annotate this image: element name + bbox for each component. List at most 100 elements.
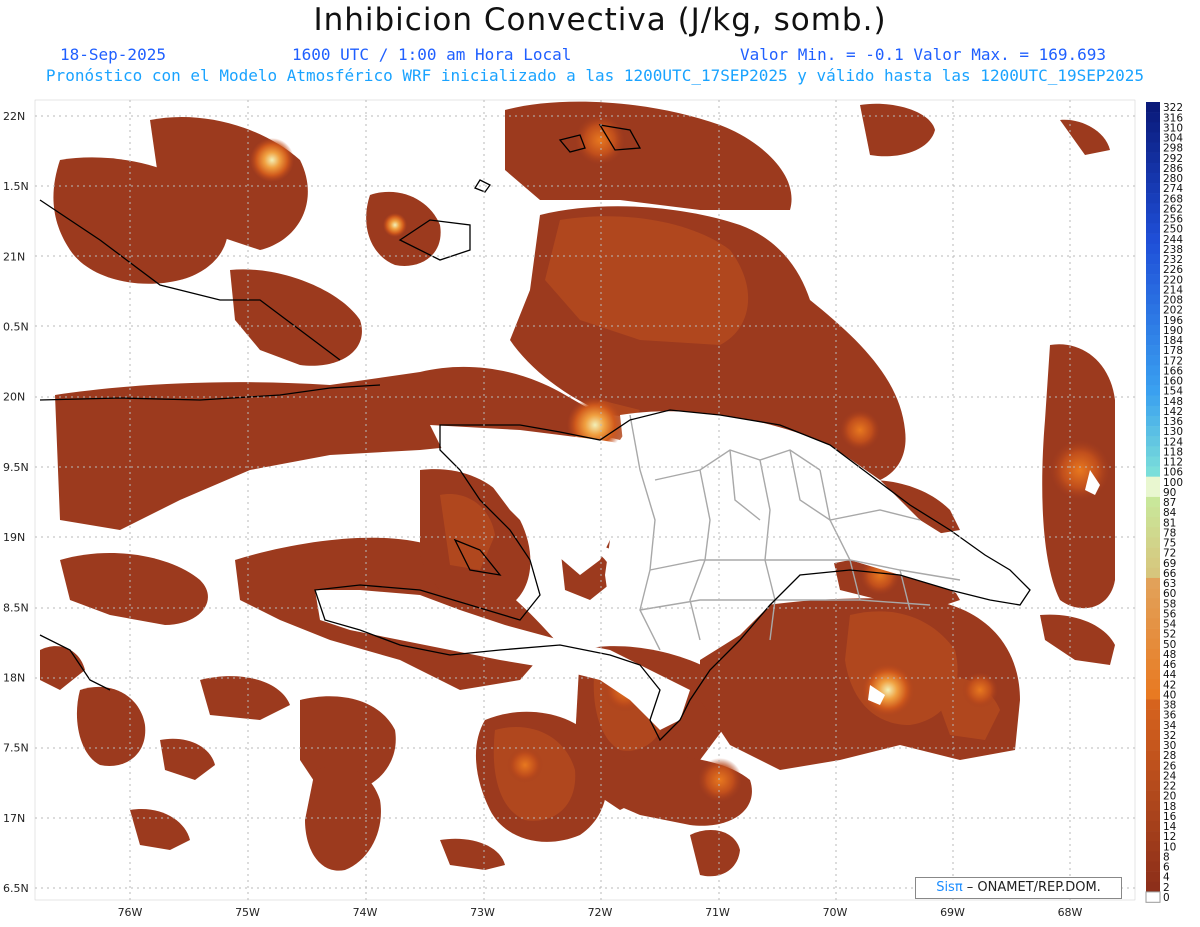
colorbar-swatch	[1146, 527, 1160, 538]
lon-label: 73W	[470, 906, 495, 919]
colorbar-swatch	[1146, 152, 1160, 164]
colorbar-swatch	[1146, 132, 1160, 143]
colorbar-swatch	[1146, 739, 1160, 751]
lat-label: 9.5N	[3, 461, 29, 474]
lon-label: 74W	[353, 906, 378, 919]
colorbar-swatch	[1146, 577, 1160, 589]
lon-label: 76W	[118, 906, 143, 919]
colorbar-swatch	[1146, 243, 1160, 255]
colorbar-swatch	[1146, 800, 1160, 812]
colorbar-swatch	[1146, 770, 1160, 781]
colorbar-swatch	[1146, 871, 1160, 883]
colorbar-swatch	[1146, 750, 1160, 761]
colorbar-swatch	[1146, 172, 1160, 184]
colorbar-swatch	[1146, 517, 1160, 528]
colorbar-swatch	[1146, 669, 1160, 680]
colorbar-swatch	[1146, 598, 1160, 609]
colorbar-swatch	[1146, 274, 1160, 285]
colorbar-swatch	[1146, 618, 1160, 629]
colorbar-swatch	[1146, 405, 1160, 417]
colorbar-swatch	[1146, 486, 1160, 498]
colorbar-swatch	[1146, 314, 1160, 326]
lat-label: 18N	[3, 671, 25, 684]
colorbar-swatch	[1146, 446, 1160, 457]
lat-label: 20N	[3, 391, 25, 404]
colorbar-swatch	[1146, 628, 1160, 640]
colorbar-swatch	[1146, 112, 1160, 123]
colorbar-swatch	[1146, 375, 1160, 386]
colorbar-swatch	[1146, 496, 1160, 508]
lat-label: 22N	[3, 110, 25, 123]
colorbar-swatch	[1146, 810, 1160, 822]
colorbar-swatch	[1146, 122, 1160, 133]
colorbar-swatch	[1146, 142, 1160, 153]
colorbar-swatch	[1146, 729, 1160, 741]
colorbar-swatch	[1146, 284, 1160, 295]
colorbar-swatch	[1146, 861, 1160, 872]
colorbar-swatch	[1146, 638, 1160, 650]
colorbar-swatch	[1146, 780, 1160, 791]
colorbar-swatch	[1146, 324, 1160, 336]
colorbar-swatch	[1146, 334, 1160, 346]
colorbar-swatch	[1146, 648, 1160, 660]
colorbar-swatch	[1146, 658, 1160, 670]
colorbar-swatch	[1146, 841, 1160, 852]
colorbar-swatch	[1146, 233, 1160, 245]
colorbar-label: 0	[1163, 892, 1170, 904]
colorbar-swatch	[1146, 385, 1160, 396]
colorbar-swatch	[1146, 719, 1160, 731]
colorbar-swatch	[1146, 365, 1160, 376]
colorbar-swatch	[1145, 891, 1161, 903]
colorbar-swatch	[1146, 264, 1160, 275]
colorbar-swatch	[1146, 395, 1160, 407]
colorbar-swatch	[1146, 193, 1160, 204]
colorbar-swatch	[1146, 213, 1160, 224]
colorbar-swatch	[1146, 466, 1160, 477]
lon-label: 70W	[823, 906, 848, 919]
colorbar-swatch	[1146, 689, 1160, 700]
colorbar-swatch	[1146, 183, 1160, 194]
lat-label: 1.5N	[3, 180, 29, 193]
lat-label: 0.5N	[3, 321, 29, 334]
colorbar-swatch	[1146, 223, 1160, 234]
colorbar-swatch	[1146, 699, 1160, 710]
colorbar-swatch	[1146, 790, 1160, 802]
lon-label: 69W	[940, 906, 965, 919]
lon-label: 72W	[588, 906, 613, 919]
colorbar-swatch	[1146, 294, 1160, 305]
colorbar-swatch	[1146, 436, 1160, 447]
map-canvas: 22N 1.5N 21N 0.5N 20N 9.5N 19N 8.5N 18N 7.5N 17N 6.…	[3, 99, 1183, 919]
longitude-labels: 76W 75W 74W 73W 72W 71W 70W 69W 68W	[118, 906, 1083, 919]
colorbar-swatch	[1146, 557, 1160, 569]
colorbar-swatch	[1146, 203, 1160, 214]
colorbar-swatch	[1146, 820, 1160, 832]
latitude-labels: 22N 1.5N 21N 0.5N 20N 9.5N 19N 8.5N 18N 7.5N 17N 6.…	[3, 110, 29, 895]
lat-label: 8.5N	[3, 601, 29, 614]
colorbar-swatch	[1146, 426, 1160, 437]
colorbar-swatch	[1146, 851, 1160, 862]
credit-org: – ONAMET/REP.DOM.	[962, 880, 1101, 895]
sispi-logo: Sisπ	[936, 880, 963, 895]
colorbar-swatch	[1146, 679, 1160, 690]
colorbar-swatch	[1146, 162, 1160, 174]
colorbar-swatch	[1146, 415, 1160, 427]
colorbar-swatch	[1146, 881, 1160, 893]
colorbar-swatch	[1146, 760, 1160, 771]
colorbar-swatch	[1146, 304, 1160, 315]
lat-label: 6.5N	[3, 882, 29, 895]
colorbar-swatch	[1146, 355, 1160, 366]
colorbar-swatch	[1146, 507, 1160, 518]
colorbar-swatch	[1146, 537, 1160, 548]
colorbar-swatch	[1146, 567, 1160, 579]
colorbar-swatch	[1146, 608, 1160, 619]
colorbar-swatch	[1146, 253, 1160, 265]
colorbar-swatch	[1146, 831, 1160, 842]
lat-label: 19N	[3, 531, 25, 544]
colorbar-swatch	[1146, 588, 1160, 599]
lon-label: 68W	[1058, 906, 1083, 919]
lat-label: 21N	[3, 250, 25, 263]
lon-label: 71W	[705, 906, 730, 919]
lon-label: 75W	[235, 906, 260, 919]
colorbar-swatch	[1146, 476, 1160, 488]
colorbar-swatch	[1146, 709, 1160, 721]
